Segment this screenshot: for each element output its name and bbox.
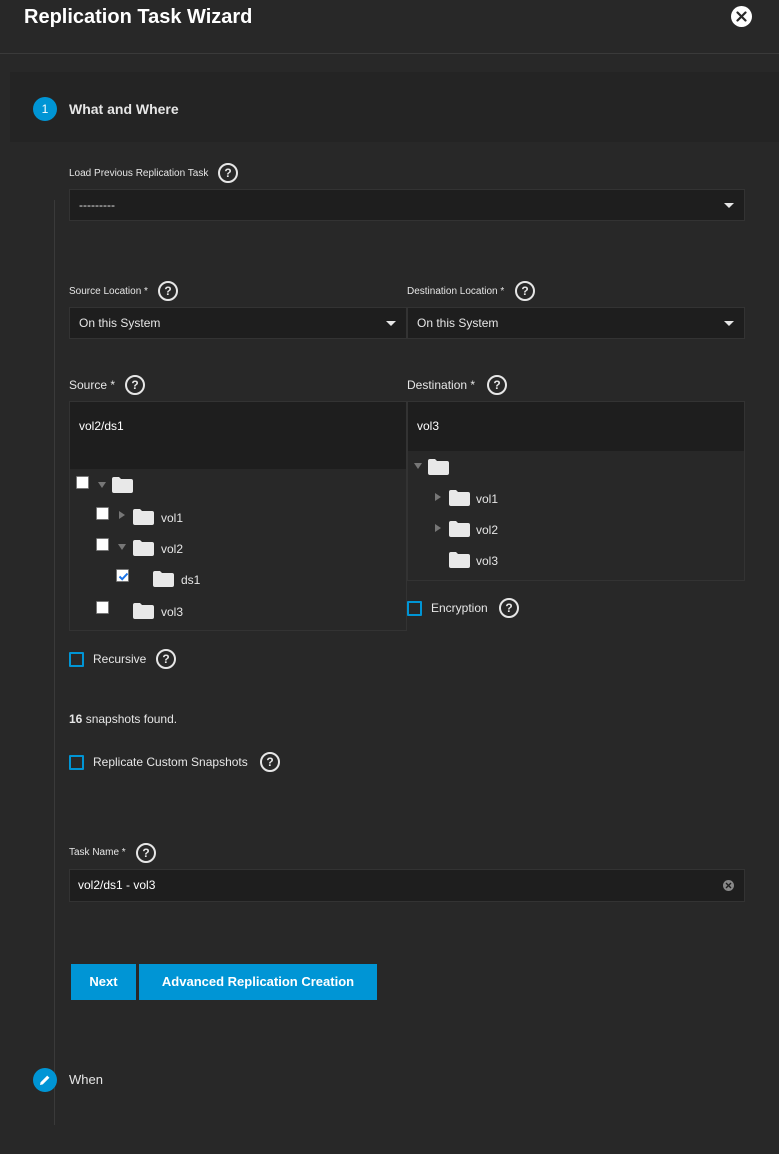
destination-location-value: On this System (417, 316, 499, 330)
tree-node-label: vol2 (476, 523, 499, 537)
load-previous-value: --------- (79, 198, 115, 212)
snapshots-count: 16 (69, 712, 83, 726)
destination-path-input[interactable]: vol3 (408, 402, 744, 451)
help-icon[interactable]: ? (125, 375, 145, 395)
step-what-and-where-header[interactable]: 1 What and Where (10, 72, 779, 142)
folder-icon (153, 571, 174, 587)
replicate-custom-snapshots-label: Replicate Custom Snapshots (93, 755, 248, 769)
task-name-input[interactable]: vol2/ds1 - vol3 (69, 869, 745, 902)
step-number-badge: 1 (33, 97, 57, 121)
snapshots-found-text: 16 snapshots found. (69, 712, 177, 726)
next-button[interactable]: Next (71, 964, 136, 1000)
recursive-checkbox[interactable] (69, 652, 84, 667)
help-icon[interactable]: ? (260, 752, 280, 772)
expand-icon[interactable] (98, 482, 106, 488)
tree-checkbox[interactable] (76, 476, 89, 489)
tree-node-label: ds1 (181, 573, 201, 587)
wizard-card: 1 What and Where Load Previous Replicati… (10, 72, 779, 1154)
destination-location-select[interactable]: On this System (407, 307, 745, 339)
load-previous-select[interactable]: --------- (69, 189, 745, 221)
checkmark-icon (118, 572, 129, 581)
tree-checkbox[interactable] (96, 507, 109, 520)
source-location-select[interactable]: On this System (69, 307, 407, 339)
folder-icon (133, 603, 154, 619)
tree-node-label: vol1 (476, 492, 499, 506)
expand-icon[interactable] (118, 544, 126, 550)
pencil-icon[interactable] (33, 1068, 57, 1092)
source-location-label: Source Location * (69, 286, 148, 297)
source-location-value: On this System (79, 316, 161, 330)
folder-icon (449, 490, 470, 506)
step-when-title[interactable]: When (69, 1072, 103, 1087)
expand-icon[interactable] (119, 511, 125, 519)
expand-icon[interactable] (414, 463, 422, 469)
snapshots-text: snapshots found. (82, 712, 178, 726)
task-name-value: vol2/ds1 - vol3 (78, 878, 156, 892)
clear-icon[interactable] (723, 880, 734, 891)
dialog-title: Replication Task Wizard (24, 6, 253, 28)
help-icon[interactable]: ? (218, 163, 238, 183)
tree-checkbox[interactable] (96, 538, 109, 551)
encryption-label: Encryption (431, 601, 488, 615)
step-title: What and Where (69, 101, 179, 117)
source-label: Source * (69, 378, 116, 392)
help-icon[interactable]: ? (487, 375, 507, 395)
folder-icon (449, 521, 470, 537)
tree-node-label: vol3 (476, 554, 499, 568)
help-icon[interactable]: ? (156, 649, 176, 669)
expand-icon[interactable] (435, 524, 441, 532)
tree-node-label: vol2 (161, 542, 184, 556)
replicate-custom-snapshots-checkbox[interactable] (69, 755, 84, 770)
tree-checkbox-checked[interactable] (116, 569, 129, 582)
close-icon[interactable] (731, 6, 752, 27)
expand-icon[interactable] (435, 493, 441, 501)
tree-checkbox[interactable] (96, 601, 109, 614)
help-icon[interactable]: ? (158, 281, 178, 301)
step-connector-line (54, 200, 55, 1125)
folder-icon (428, 459, 449, 475)
chevron-down-icon (386, 321, 396, 326)
folder-icon (133, 509, 154, 525)
destination-location-label: Destination Location * (407, 286, 505, 297)
folder-icon (112, 477, 133, 493)
help-icon[interactable]: ? (499, 598, 519, 618)
task-name-label: Task Name * (69, 847, 126, 858)
destination-label: Destination * (407, 378, 476, 392)
folder-icon (133, 540, 154, 556)
tree-node-label: vol1 (161, 511, 184, 525)
source-explorer: vol2/ds1 vol1 vol2 ds1 vol3 (69, 401, 407, 631)
chevron-down-icon (724, 203, 734, 208)
chevron-down-icon (724, 321, 734, 326)
destination-explorer: vol3 vol1 vol2 vol3 (407, 401, 745, 581)
dialog-header: Replication Task Wizard (0, 0, 779, 54)
help-icon[interactable]: ? (515, 281, 535, 301)
tree-node-label: vol3 (161, 605, 184, 619)
load-previous-label: Load Previous Replication Task (69, 168, 209, 179)
source-path-input[interactable]: vol2/ds1 (70, 402, 406, 469)
encryption-checkbox[interactable] (407, 601, 422, 616)
help-icon[interactable]: ? (136, 843, 156, 863)
folder-icon (449, 552, 470, 568)
advanced-replication-creation-button[interactable]: Advanced Replication Creation (139, 964, 377, 1000)
recursive-label: Recursive (93, 652, 147, 666)
